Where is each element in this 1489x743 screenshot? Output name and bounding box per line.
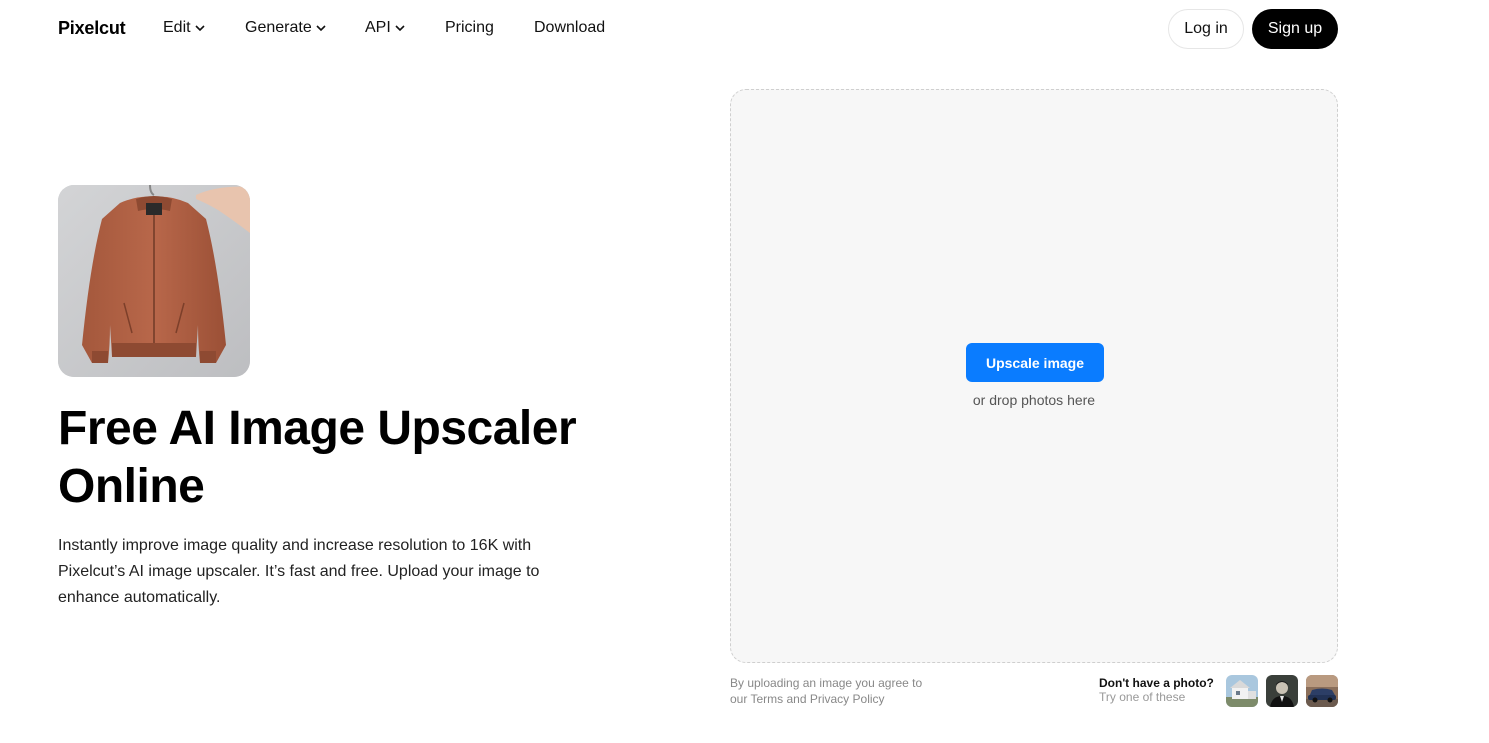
sample-photos-prompt: Don't have a photo? Try one of these <box>1099 676 1229 704</box>
nav-item-label: Download <box>534 19 606 36</box>
sample-photos-subtitle: Try one of these <box>1099 690 1186 704</box>
sample-photos-title: Don't have a photo? <box>1099 676 1214 690</box>
legal-and: and <box>783 692 810 706</box>
sample-photo-car[interactable] <box>1306 675 1338 707</box>
car-photo-icon <box>1306 675 1338 707</box>
portrait-photo-icon <box>1266 675 1298 707</box>
chevron-down-icon <box>316 25 326 32</box>
signup-button[interactable]: Sign up <box>1252 9 1338 49</box>
page-title: Free AI Image Upscaler Online <box>58 402 577 513</box>
nav-item-api[interactable]: API <box>365 19 406 37</box>
upscale-image-button[interactable]: Upscale image <box>966 343 1104 382</box>
drop-hint: or drop photos here <box>972 392 1096 408</box>
nav-item-edit[interactable]: Edit <box>163 19 206 37</box>
top-nav: Pixelcut Edit Generate API Pricing Downl… <box>0 0 1489 57</box>
jacket-photo <box>58 185 250 377</box>
sample-photo-house[interactable] <box>1226 675 1258 707</box>
privacy-policy-link[interactable]: Privacy Policy <box>810 692 885 706</box>
logo[interactable]: Pixelcut <box>58 18 126 39</box>
nav-item-download[interactable]: Download <box>534 19 605 37</box>
sample-photo-portrait[interactable] <box>1266 675 1298 707</box>
nav-item-generate[interactable]: Generate <box>245 19 327 37</box>
nav-item-label: Pricing <box>445 19 494 36</box>
nav-item-label: Generate <box>245 19 312 36</box>
terms-link[interactable]: Terms <box>750 692 783 706</box>
house-photo-icon <box>1226 675 1258 707</box>
login-button[interactable]: Log in <box>1168 9 1244 49</box>
nav-item-label: API <box>365 19 391 36</box>
nav-item-pricing[interactable]: Pricing <box>445 19 494 37</box>
upload-dropzone[interactable]: Upscale image or drop photos here <box>730 89 1338 663</box>
legal-notice: By uploading an image you agree to our T… <box>730 675 930 707</box>
hero-description: Instantly improve image quality and incr… <box>58 537 540 606</box>
chevron-down-icon <box>195 25 205 32</box>
chevron-down-icon <box>395 25 405 32</box>
nav-item-label: Edit <box>163 19 191 36</box>
jacket-illustration <box>58 185 250 377</box>
